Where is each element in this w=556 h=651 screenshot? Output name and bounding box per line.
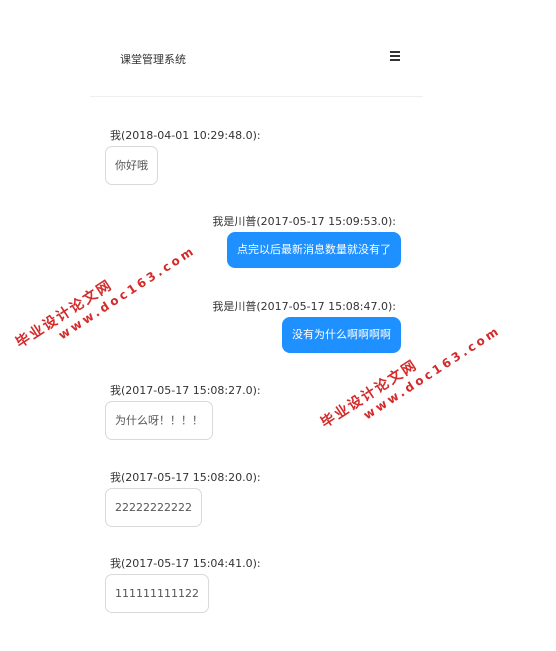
message-item: 我(2017-05-17 15:04:41.0): 111111111122 xyxy=(105,557,261,613)
watermark: 毕业设计论文网 www.doc163.com xyxy=(11,226,198,364)
message-meta: 我是川普(2017-05-17 15:08:47.0): xyxy=(212,300,396,313)
hamburger-menu-icon[interactable] xyxy=(388,48,404,64)
message-bubble: 22222222222 xyxy=(105,488,202,527)
message-item: 我是川普(2017-05-17 15:08:47.0): 没有为什么啊啊啊啊 xyxy=(200,300,401,353)
message-meta: 我(2017-05-17 15:08:20.0): xyxy=(110,471,261,484)
message-item: 我(2017-05-17 15:08:27.0): 为什么呀！！！！ xyxy=(105,384,261,440)
watermark-title: 毕业设计论文网 xyxy=(13,277,116,352)
app-title: 课堂管理系统 xyxy=(120,53,186,66)
message-item: 我是川普(2017-05-17 15:09:53.0): 点完以后最新消息数量就… xyxy=(200,215,401,268)
message-meta: 我是川普(2017-05-17 15:09:53.0): xyxy=(212,215,396,228)
message-bubble: 没有为什么啊啊啊啊 xyxy=(282,317,401,353)
chat-page: 课堂管理系统 我(2018-04-01 10:29:48.0): 你好哦 我是川… xyxy=(0,0,556,651)
message-item: 我(2018-04-01 10:29:48.0): 你好哦 xyxy=(105,129,261,185)
message-item: 我(2017-05-17 15:08:20.0): 22222222222 xyxy=(105,471,261,527)
watermark-url: www.doc163.com xyxy=(55,243,199,343)
message-bubble: 你好哦 xyxy=(105,146,158,185)
message-meta: 我(2018-04-01 10:29:48.0): xyxy=(110,129,261,142)
message-meta: 我(2017-05-17 15:08:27.0): xyxy=(110,384,261,397)
message-bubble: 点完以后最新消息数量就没有了 xyxy=(227,232,401,268)
message-bubble: 为什么呀！！！！ xyxy=(105,401,213,440)
message-bubble: 111111111122 xyxy=(105,574,209,613)
app-header: 课堂管理系统 xyxy=(90,40,423,97)
message-meta: 我(2017-05-17 15:04:41.0): xyxy=(110,557,261,570)
